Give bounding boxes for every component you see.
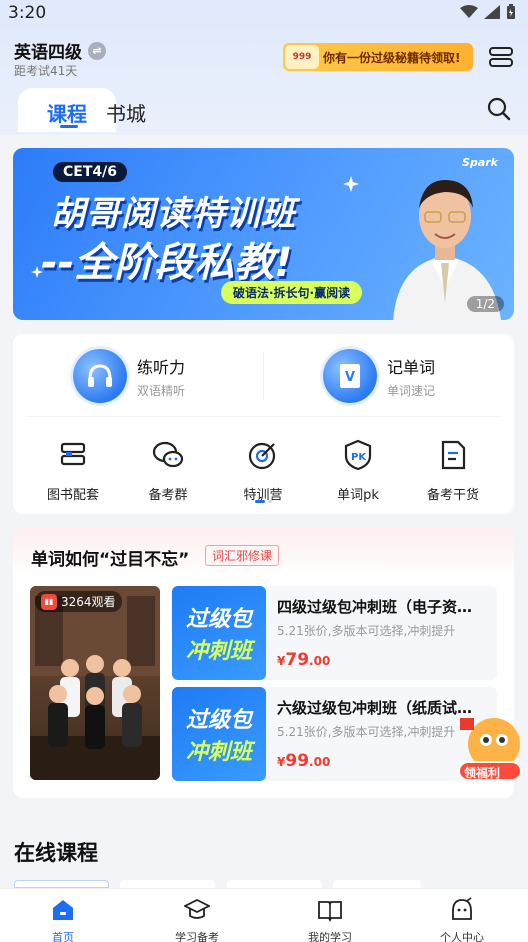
promo-title: 单词如何“过目不忘” (31, 550, 190, 570)
listening-feature[interactable]: 练听力 双语精听 (73, 348, 185, 404)
feature-page-indicator (255, 500, 272, 503)
open-book-icon (318, 901, 342, 923)
view-count-badge: ▮▮ 3264观看 (35, 591, 122, 612)
feature-separator (27, 416, 500, 417)
exam-name: 英语四级 (14, 43, 82, 63)
banner-tagline: 破语法·拆长句·赢阅读 (221, 281, 363, 304)
home-icon (53, 900, 73, 920)
listening-title: 练听力 (137, 357, 186, 377)
feature-word-pk[interactable]: PK 单词pk (313, 438, 403, 503)
tab-bookstore[interactable]: 书城 (106, 98, 146, 127)
banner-subheadline: --全阶段私教! (41, 240, 293, 286)
nav-label: 学习备考 (175, 931, 219, 942)
top-header-area: 3:20 英语四级 ⇌ 距考试41天 999 你有一份过级秘籍待领取! 课程 书… (0, 0, 528, 135)
promo-badge: 词汇邪修课 (205, 545, 280, 566)
graduation-cap-icon (182, 898, 212, 919)
view-count: 3264观看 (61, 595, 116, 609)
video-thumbnail (30, 586, 160, 780)
course-item[interactable]: 过级包 冲刺班 六级过级包冲刺班（纸质试… 5.21张价,多版本可选择,冲刺提升… (172, 687, 497, 781)
bottom-nav: 首页 学习备考 我的学习 个人中心 (0, 888, 528, 942)
banner-page-indicator: 1/2 (466, 296, 504, 312)
nav-profile[interactable]: 个人中心 (412, 897, 512, 942)
banner-carousel[interactable]: CET4/6 Spark 胡哥阅读特训班 --全阶段私教! 破语法·拆长句·赢阅… (13, 148, 514, 320)
promo-section: 单词如何“过目不忘” 词汇邪修课 ▮▮ 3264观看 过级包 冲刺班 四级过级包… (13, 528, 514, 798)
course-thumbnail: 过级包 冲刺班 (172, 586, 266, 680)
course-name: 四级过级包冲刺班（电子资… (277, 598, 473, 616)
gift-floating-button[interactable]: 领福利 (456, 710, 526, 784)
swap-icon[interactable]: ⇌ (88, 41, 106, 60)
svg-text:PK: PK (351, 452, 367, 463)
word-book-icon: V (323, 349, 377, 403)
sparkle-icon (31, 266, 43, 278)
battery-icon (507, 4, 515, 19)
course-thumb-line2: 冲刺班 (185, 639, 252, 664)
nav-my-learning[interactable]: 我的学习 (280, 897, 380, 942)
vocabulary-title: 记单词 (387, 357, 436, 377)
signal-icon (484, 5, 500, 19)
course-item[interactable]: 过级包 冲刺班 四级过级包冲刺班（电子资… 5.21张价,多版本可选择,冲刺提升… (172, 586, 497, 680)
course-thumb-line1: 过级包 (185, 607, 252, 632)
course-price: ¥99.00 (277, 751, 331, 771)
nav-label: 首页 (52, 931, 74, 942)
course-thumb-line2: 冲刺班 (185, 740, 252, 765)
exam-selector[interactable]: 英语四级 ⇌ (14, 38, 106, 63)
live-bars-icon: ▮▮ (41, 593, 57, 610)
sparkle-icon (343, 176, 359, 192)
vocabulary-subtitle: 单词速记 (387, 383, 436, 398)
feature-label: 备考群 (148, 488, 188, 503)
feature-label: 图书配套 (46, 488, 99, 503)
feature-book-materials[interactable]: 图书配套 (28, 438, 118, 503)
menu-icon[interactable] (487, 43, 515, 71)
course-thumbnail: 过级包 冲刺班 (172, 687, 266, 781)
course-description: 5.21张价,多版本可选择,冲刺提升 (277, 624, 456, 638)
nav-label: 个人中心 (440, 931, 484, 942)
exam-countdown: 距考试41天 (14, 64, 78, 78)
nav-home[interactable]: 首页 (13, 897, 113, 942)
gift-box-icon: 999 (285, 45, 319, 69)
nav-study-prep[interactable]: 学习备考 (147, 897, 247, 942)
vocabulary-feature[interactable]: V 记单词 单词速记 (323, 348, 435, 404)
nav-label: 我的学习 (308, 931, 352, 942)
profile-face-icon (452, 897, 472, 920)
gift-label: 领福利 (464, 766, 501, 780)
target-icon (248, 442, 276, 470)
online-courses-title: 在线课程 (14, 841, 98, 865)
status-time: 3:20 (8, 3, 47, 23)
tab-courses[interactable]: 课程 (18, 88, 116, 132)
pk-shield-icon: PK (344, 439, 372, 471)
tab-row: 课程 书城 (0, 86, 528, 134)
listening-subtitle: 双语精听 (137, 383, 186, 398)
feature-study-group[interactable]: 备考群 (123, 438, 213, 503)
status-icons (460, 4, 516, 20)
main-content: CET4/6 Spark 胡哥阅读特训班 --全阶段私教! 破语法·拆长句·赢阅… (0, 135, 528, 888)
wifi-icon (460, 5, 478, 18)
chat-icon (152, 441, 184, 468)
live-video-card[interactable]: ▮▮ 3264观看 (30, 586, 160, 780)
feature-card: 练听力 双语精听 V 记单词 单词速记 图书配套 备考群 特训营 PK 单词pk… (13, 334, 514, 514)
feature-divider (263, 352, 264, 400)
promo-header: 单词如何“过目不忘” 词汇邪修课 (13, 528, 514, 578)
document-icon (441, 440, 466, 470)
promo-chip-text: 你有一份过级秘籍待领取! (323, 50, 461, 65)
feature-label: 备考干货 (426, 488, 479, 503)
status-bar: 3:20 (0, 0, 528, 28)
promo-chip[interactable]: 999 你有一份过级秘籍待领取! (283, 43, 473, 71)
feature-exam-tips[interactable]: 备考干货 (408, 438, 498, 503)
course-thumb-line1: 过级包 (185, 708, 252, 733)
course-price: ¥79.00 (277, 650, 331, 670)
book-stack-icon (60, 442, 86, 466)
feature-training-camp[interactable]: 特训营 (218, 438, 308, 503)
svg-text:V: V (345, 370, 355, 385)
banner-tag: CET4/6 (53, 162, 127, 182)
banner-headline: 胡哥阅读特训班 (51, 194, 296, 234)
feature-label: 单词pk (337, 488, 379, 503)
headphones-icon (73, 349, 127, 403)
search-icon[interactable] (486, 96, 512, 122)
